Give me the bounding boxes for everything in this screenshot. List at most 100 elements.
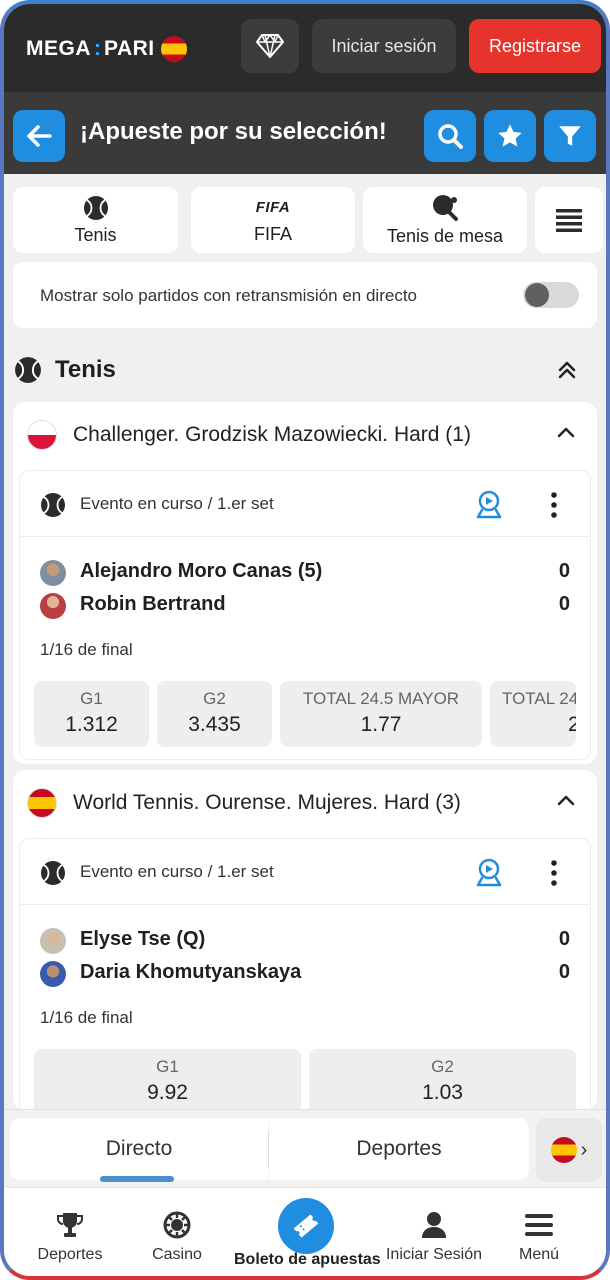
casino-chip-icon: [163, 1211, 191, 1239]
spain-flag-icon: [550, 1137, 577, 1163]
odd-label: G2: [431, 1057, 454, 1076]
nav-login[interactable]: Iniciar Sesión: [382, 1188, 486, 1276]
search-icon: [438, 124, 463, 149]
nav-sports-label: Deportes: [37, 1246, 103, 1263]
tab-fifa-label: FIFA: [253, 223, 292, 244]
odd-button[interactable]: G1 9.92: [34, 1049, 301, 1115]
nav-menu[interactable]: Menú: [504, 1188, 574, 1276]
chevron-up-icon[interactable]: [557, 424, 575, 442]
nav-sports[interactable]: Deportes: [24, 1188, 116, 1276]
event-round: 1/16 de final: [40, 1008, 133, 1027]
live-stream-icon[interactable]: [475, 857, 503, 887]
player-row: Daria Khomutyanskaya 0: [40, 958, 580, 988]
login-button[interactable]: Iniciar sesión: [312, 19, 456, 73]
tab-tennis-label: Tenis: [74, 224, 117, 245]
player-row: Robin Bertrand 0: [40, 590, 580, 620]
live-stream-icon[interactable]: [475, 489, 503, 519]
more-options-icon[interactable]: [550, 859, 558, 887]
player-row: Elyse Tse (Q) 0: [40, 925, 580, 955]
league-card: World Tennis. Ourense. Mujeres. Hard (3)…: [13, 770, 597, 1128]
odd-label: TOTAL 24.5 MENOR: [502, 689, 576, 708]
event-status: Evento en curso / 1.er set: [80, 862, 274, 881]
nav-casino[interactable]: Casino: [134, 1188, 220, 1276]
megapari-logo[interactable]: MEGA : PARI: [26, 34, 187, 64]
odd-value: 3.435: [188, 713, 241, 736]
odd-label: G2: [203, 689, 226, 708]
table-tennis-icon: [433, 194, 458, 221]
event-header: Evento en curso / 1.er set: [20, 471, 590, 537]
more-options-icon[interactable]: [550, 491, 558, 519]
tennis-ball-icon: [15, 357, 41, 383]
tab-table-tennis-label: Tenis de mesa: [386, 225, 504, 246]
player-name: Elyse Tse (Q): [80, 928, 206, 950]
tab-fifa[interactable]: FIFA FIFA: [191, 187, 355, 253]
tennis-ball-icon: [83, 195, 108, 220]
odd-button[interactable]: G2 3.435: [157, 681, 272, 747]
odd-button[interactable]: G1 1.312: [34, 681, 149, 747]
player-name: Daria Khomutyanskaya: [80, 961, 302, 983]
register-button[interactable]: Registrarse: [469, 19, 601, 73]
player-avatar: [40, 560, 66, 586]
odd-button[interactable]: TOTAL 24.5 MENOR 2: [490, 681, 576, 747]
player-avatar: [40, 961, 66, 987]
player-avatar: [40, 593, 66, 619]
page-title: ¡Apueste por su selección!: [80, 118, 387, 145]
odd-label: G1: [80, 689, 103, 708]
sports-tabs: Tenis FIFA FIFA Tenis de mesa: [13, 187, 603, 253]
event-card[interactable]: Evento en curso / 1.er set Elyse Tse (Q)…: [19, 838, 591, 1128]
league-header[interactable]: World Tennis. Ourense. Mujeres. Hard (3): [13, 770, 597, 834]
toggle-knob: [525, 283, 549, 307]
tab-live[interactable]: Directo: [10, 1118, 268, 1180]
ticket-icon: [293, 1214, 319, 1238]
player-name: Robin Bertrand: [80, 593, 226, 615]
chevron-right-icon: ›: [580, 1138, 588, 1161]
odd-button[interactable]: TOTAL 24.5 MAYOR 1.77: [280, 681, 482, 747]
player-name: Alejandro Moro Canas (5): [80, 560, 323, 582]
nav-betslip-label: Boleto de apuestas: [234, 1251, 381, 1268]
player-score: 0: [558, 928, 570, 950]
player-score: 0: [558, 560, 570, 582]
favorites-button[interactable]: [484, 110, 536, 162]
page-header: ¡Apueste por su selección!: [4, 92, 606, 174]
top-bar: MEGA : PARI Iniciar sesión Registrarse: [4, 4, 606, 92]
section-header-tennis[interactable]: Tenis: [13, 350, 597, 390]
language-selector[interactable]: ›: [536, 1118, 602, 1182]
nav-login-label: Iniciar Sesión: [385, 1246, 483, 1263]
tab-tennis[interactable]: Tenis: [13, 187, 178, 253]
logo-text-right: PARI: [104, 37, 155, 60]
odd-value: 1.77: [360, 713, 402, 736]
live-sports-switch: Directo Deportes ›: [4, 1109, 606, 1187]
odd-value: 1.03: [422, 1081, 463, 1104]
league-header[interactable]: Challenger. Grodzisk Mazowiecki. Hard (1…: [13, 402, 597, 466]
live-stream-filter: Mostrar solo partidos con retransmisión …: [13, 262, 597, 328]
player-row: Alejandro Moro Canas (5) 0: [40, 557, 580, 587]
bonus-diamond-button[interactable]: [241, 19, 299, 73]
list-menu-icon: [556, 209, 582, 232]
search-button[interactable]: [424, 110, 476, 162]
fifa-logo: FIFA: [255, 198, 291, 216]
nav-betslip-button[interactable]: [278, 1198, 334, 1254]
filter-button[interactable]: [544, 110, 596, 162]
odd-label: TOTAL 24.5 MAYOR: [302, 689, 460, 708]
arrow-left-icon: [27, 125, 52, 147]
star-icon: [498, 124, 522, 147]
event-card[interactable]: Evento en curso / 1.er set Alejandro Mor…: [19, 470, 591, 760]
back-button[interactable]: [13, 110, 65, 162]
tab-table-tennis[interactable]: Tenis de mesa: [363, 187, 527, 253]
logo-text-left: MEGA: [26, 37, 91, 60]
active-tab-indicator: [100, 1176, 174, 1182]
event-status: Evento en curso / 1.er set: [80, 494, 274, 513]
live-stream-toggle[interactable]: [523, 282, 579, 308]
event-round: 1/16 de final: [40, 640, 133, 659]
all-sports-menu-button[interactable]: [535, 187, 603, 253]
chevron-up-icon[interactable]: [557, 792, 575, 810]
tab-sports[interactable]: Deportes: [269, 1118, 529, 1180]
event-header: Evento en curso / 1.er set: [20, 839, 590, 905]
hamburger-menu-icon: [525, 1214, 553, 1236]
player-score: 0: [558, 961, 570, 983]
odd-value: 1.312: [65, 713, 118, 736]
odd-value: 9.92: [147, 1081, 188, 1104]
double-chevron-up-icon[interactable]: [557, 360, 577, 380]
odd-button[interactable]: G2 1.03: [309, 1049, 576, 1115]
live-stream-filter-label: Mostrar solo partidos con retransmisión …: [40, 286, 417, 305]
